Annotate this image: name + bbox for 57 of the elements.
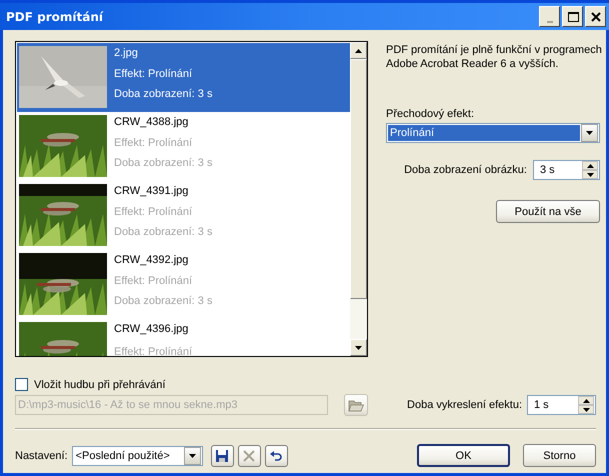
delete-icon: [242, 448, 256, 462]
effect-time-spinner[interactable]: 1 s: [527, 395, 596, 415]
music-label: Vložit hudbu při přehrávání: [34, 378, 166, 390]
undo-icon: [269, 448, 284, 462]
down-arrow-icon: [586, 131, 593, 135]
info-text: PDF promítání je plně funkční v programech Adobe Acrobat Reader 6 a vyšších.: [386, 43, 603, 71]
effect-text: Effekt: Prolínání: [114, 204, 194, 220]
effect-time-label: Doba vykreslení efektu:: [407, 399, 522, 411]
effect-text: Effekt: Prolínání: [114, 66, 194, 82]
folder-icon: [348, 398, 364, 412]
file-name: CRW_4392.jpg: [114, 253, 190, 268]
scroll-down-button[interactable]: [350, 339, 367, 356]
scrollbar-thumb[interactable]: [350, 59, 367, 299]
display-time-label: Doba zobrazení obrázku:: [404, 164, 527, 176]
slide-item[interactable]: CRW_4391.jpg Effekt: Prolínání Doba zobrazení: 3 s: [17, 181, 350, 250]
save-icon: [215, 448, 230, 462]
cancel-button[interactable]: Storno: [523, 444, 596, 467]
down-arrow-icon: [582, 408, 590, 412]
scrollbar[interactable]: [350, 42, 367, 356]
browse-button[interactable]: [344, 394, 368, 416]
down-arrow-icon: [188, 454, 196, 458]
duration-text: Doba zobrazení: 3 s: [114, 225, 212, 240]
save-button[interactable]: [210, 444, 234, 466]
up-arrow-icon: [355, 48, 362, 52]
display-time-spinner[interactable]: 3 s: [533, 160, 600, 180]
apply-all-button[interactable]: Použít na vše: [496, 200, 600, 223]
spin-buttons[interactable]: [582, 161, 598, 179]
up-arrow-icon: [586, 164, 594, 168]
scroll-up-button[interactable]: [350, 42, 367, 59]
effect-text: Effekt: Prolínání: [114, 136, 194, 151]
file-name: CRW_4388.jpg: [114, 115, 190, 130]
ok-button[interactable]: OK: [417, 444, 510, 467]
duration-text: Doba zobrazení: 3 s: [114, 156, 212, 172]
maximize-button[interactable]: [562, 6, 583, 27]
transition-dropdown[interactable]: Prolínání: [386, 123, 600, 143]
preset-dropdown[interactable]: <Poslední použité>: [72, 446, 203, 466]
file-name: CRW_4396.jpg: [114, 322, 190, 337]
close-button[interactable]: [585, 6, 606, 27]
file-name: 2.jpg: [114, 46, 139, 61]
duration-text: Doba zobrazení: 3 s: [114, 294, 212, 310]
slide-item[interactable]: 2.jpg Effekt: Prolínání Doba zobrazení: 3 s: [17, 43, 350, 112]
duration-text: Doba zobrazení: 3 s: [114, 87, 212, 102]
minimize-icon: [546, 20, 552, 22]
down-arrow-icon: [355, 346, 362, 350]
close-icon: [588, 10, 602, 24]
effect-text: Effekt: Prolínání: [114, 345, 192, 356]
spin-buttons[interactable]: [578, 396, 594, 414]
effect-text: Effekt: Prolínání: [114, 274, 194, 289]
preset-label: Nastavení:: [15, 450, 68, 462]
transition-label: Přechodový efekt:: [386, 108, 476, 120]
window-title: PDF promítání: [6, 10, 103, 24]
undo-button[interactable]: [264, 444, 288, 466]
up-arrow-icon: [582, 398, 590, 402]
down-arrow-icon: [586, 172, 594, 176]
file-name: CRW_4391.jpg: [114, 184, 190, 199]
slide-item[interactable]: CRW_4388.jpg Effekt: Prolínání Doba zobrazení: 3 s: [17, 112, 350, 181]
slide-item[interactable]: CRW_4396.jpg Effekt: Prolínání: [17, 319, 350, 356]
